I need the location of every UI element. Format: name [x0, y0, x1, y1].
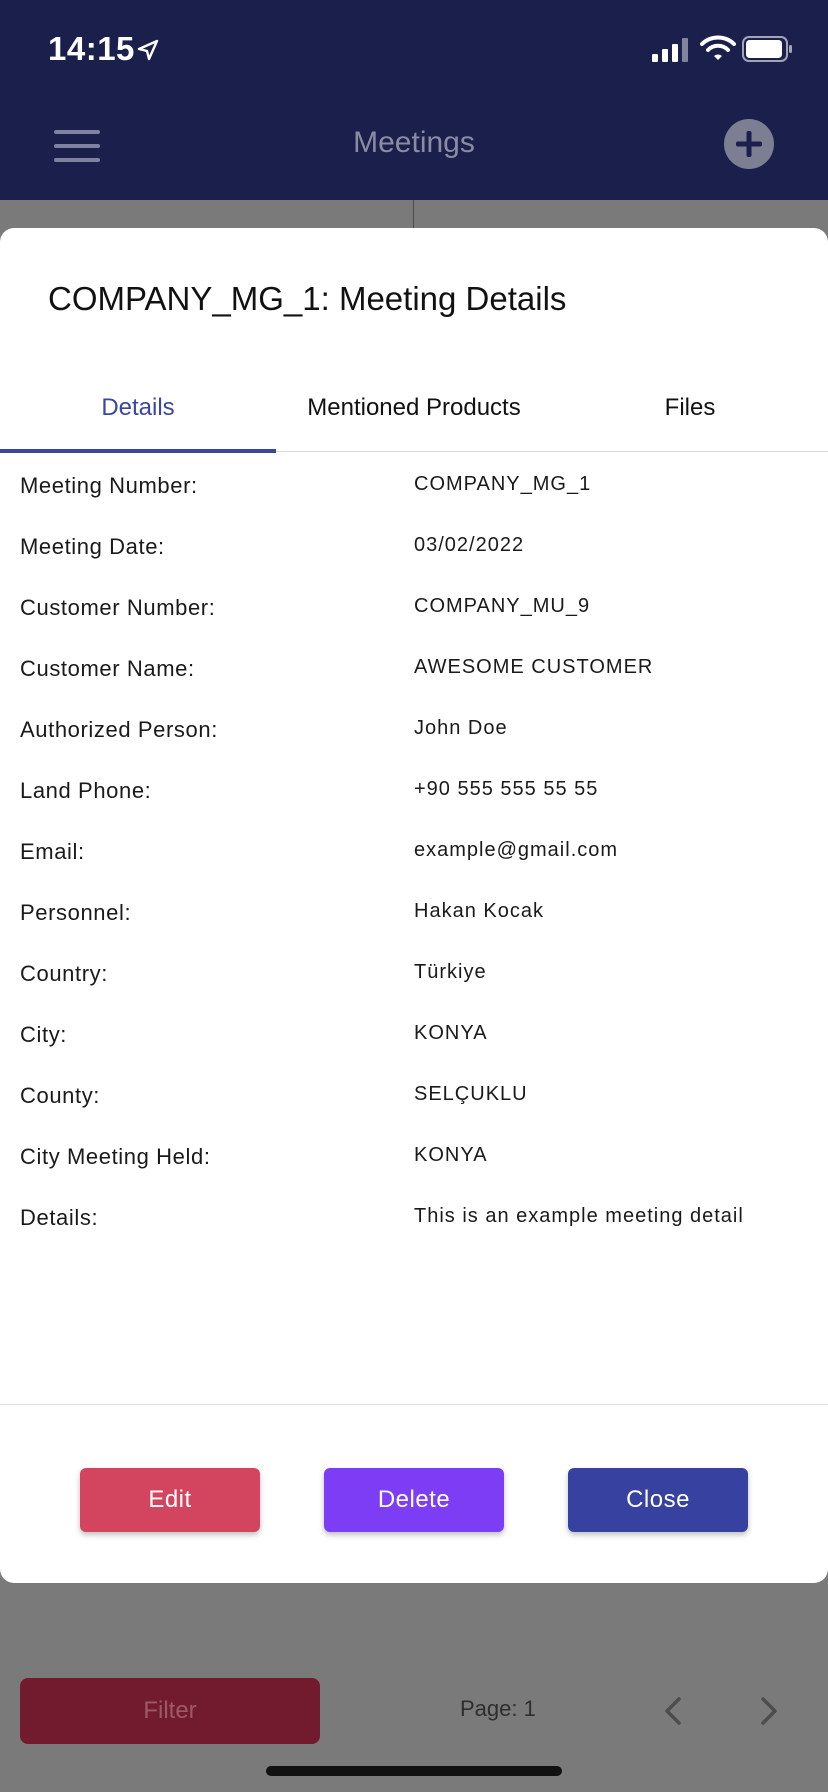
filter-button[interactable]: Filter — [20, 1678, 320, 1744]
edit-button[interactable]: Edit — [80, 1468, 260, 1532]
detail-row-county: County: SELÇUKLU — [0, 1063, 828, 1124]
detail-label: Email: — [20, 839, 85, 864]
detail-label: Land Phone: — [20, 778, 152, 803]
detail-value: 03/02/2022 — [414, 534, 525, 556]
status-time: 14:15 — [48, 30, 135, 67]
detail-row-personnel: Personnel: Hakan Kocak — [0, 880, 828, 941]
page-title: Meetings — [353, 126, 475, 159]
home-indicator — [266, 1766, 562, 1776]
wifi-icon — [700, 35, 736, 60]
detail-value: AWESOME CUSTOMER — [414, 656, 654, 678]
app-bar: Meetings — [0, 100, 828, 200]
detail-row-authorized-person: Authorized Person: John Doe — [0, 697, 828, 758]
detail-value: KONYA — [414, 1144, 488, 1166]
detail-row-details: Details: This is an example meeting deta… — [0, 1185, 828, 1246]
detail-label: Meeting Date: — [20, 534, 165, 559]
modal-title: COMPANY_MG_1: Meeting Details — [48, 280, 567, 317]
status-bar: 14:15 — [0, 0, 828, 100]
detail-value: COMPANY_MU_9 — [414, 595, 591, 617]
detail-row-country: Country: Türkiye — [0, 941, 828, 1002]
detail-value: +90 555 555 55 55 — [414, 778, 599, 800]
detail-value: COMPANY_MG_1 — [414, 473, 592, 495]
meeting-details-modal: COMPANY_MG_1: Meeting Details Details Me… — [0, 228, 828, 1583]
detail-row-meeting-number: Meeting Number: COMPANY_MG_1 — [0, 453, 828, 514]
detail-row-email: Email: example@gmail.com — [0, 819, 828, 880]
detail-label: City: — [20, 1022, 67, 1047]
tab-bar: Details Mentioned Products Files — [0, 378, 828, 453]
detail-label: City Meeting Held: — [20, 1144, 211, 1169]
detail-value: This is an example meeting detail — [414, 1205, 744, 1227]
detail-label: Customer Name: — [20, 656, 195, 681]
tab-files[interactable]: Files — [552, 378, 828, 452]
detail-label: Meeting Number: — [20, 473, 198, 498]
chevron-right-icon[interactable] — [758, 1696, 780, 1726]
detail-label: Details: — [20, 1205, 99, 1230]
battery-icon — [742, 36, 792, 62]
tab-mentioned-products[interactable]: Mentioned Products — [276, 378, 552, 452]
detail-value: Türkiye — [414, 961, 487, 983]
detail-label: Authorized Person: — [20, 717, 218, 742]
detail-row-city-meeting-held: City Meeting Held: KONYA — [0, 1124, 828, 1185]
details-list: Meeting Number: COMPANY_MG_1 Meeting Dat… — [0, 453, 828, 1246]
cellular-signal-icon — [652, 38, 688, 62]
page-indicator: Page: 1 — [460, 1696, 536, 1721]
detail-label: Personnel: — [20, 900, 132, 925]
modal-footer-divider — [0, 1404, 828, 1405]
background-divider — [413, 200, 414, 228]
chevron-left-icon[interactable] — [662, 1696, 684, 1726]
detail-label: County: — [20, 1083, 101, 1108]
detail-value: Hakan Kocak — [414, 900, 544, 922]
detail-value: John Doe — [414, 717, 508, 739]
location-arrow-icon — [137, 39, 159, 61]
detail-label: Country: — [20, 961, 108, 986]
detail-row-meeting-date: Meeting Date: 03/02/2022 — [0, 514, 828, 575]
detail-row-land-phone: Land Phone: +90 555 555 55 55 — [0, 758, 828, 819]
detail-value: KONYA — [414, 1022, 488, 1044]
close-button[interactable]: Close — [568, 1468, 748, 1532]
delete-button[interactable]: Delete — [324, 1468, 504, 1532]
add-icon[interactable] — [723, 118, 775, 170]
detail-label: Customer Number: — [20, 595, 216, 620]
detail-value: example@gmail.com — [414, 839, 619, 861]
detail-row-customer-name: Customer Name: AWESOME CUSTOMER — [0, 636, 828, 697]
detail-row-customer-number: Customer Number: COMPANY_MU_9 — [0, 575, 828, 636]
tab-details[interactable]: Details — [0, 378, 276, 453]
detail-value: SELÇUKLU — [414, 1083, 528, 1105]
detail-row-city: City: KONYA — [0, 1002, 828, 1063]
